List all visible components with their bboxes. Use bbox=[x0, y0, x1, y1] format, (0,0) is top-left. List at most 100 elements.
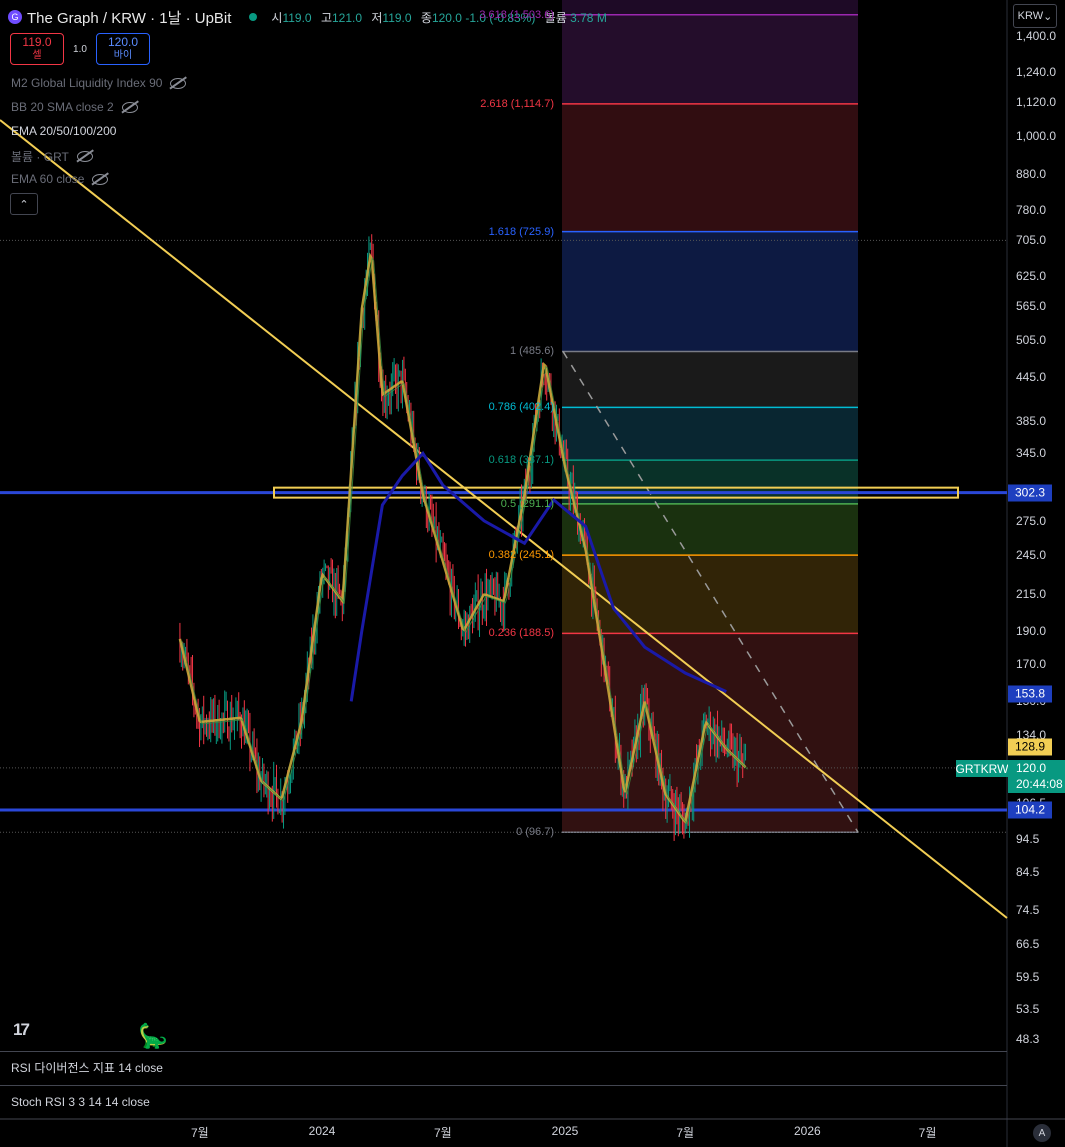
eye-hidden-icon[interactable] bbox=[121, 101, 138, 113]
price-tick-label: 245.0 bbox=[1016, 548, 1047, 563]
high-value: 121.0 bbox=[332, 10, 363, 25]
time-tick-label: 7월 bbox=[433, 1126, 452, 1140]
price-tick-label: 1,000.0 bbox=[1016, 129, 1057, 144]
price-tick-label: 705.0 bbox=[1016, 233, 1047, 248]
fib-band bbox=[562, 351, 858, 408]
collapse-indicators-button[interactable]: ⌃ bbox=[10, 193, 38, 215]
dinosaur-icon: 🦕 bbox=[138, 1023, 168, 1050]
eye-hidden-icon[interactable] bbox=[92, 173, 109, 185]
rsi-pane[interactable]: RSI 다이버전스 지표 14 close bbox=[0, 1051, 1007, 1083]
price-tick-label: 505.0 bbox=[1016, 332, 1047, 347]
low-label: 저 bbox=[371, 10, 383, 25]
time-tick-label: 2025 bbox=[551, 1124, 579, 1138]
fib-level-label: 1 (485.6) bbox=[509, 345, 554, 358]
price-tick-label: 215.0 bbox=[1016, 587, 1047, 602]
stoch-pane-label: Stoch RSI 3 3 14 14 close bbox=[11, 1094, 150, 1109]
fib-band bbox=[562, 555, 858, 634]
spread-value: 1.0 bbox=[73, 43, 87, 55]
market-status-icon bbox=[249, 13, 258, 21]
fib-level-label: 0.382 (245.1) bbox=[488, 549, 554, 562]
price-tick-label: 94.5 bbox=[1016, 832, 1040, 847]
price-chart[interactable] bbox=[0, 0, 1065, 1147]
price-tick-label: 1,240.0 bbox=[1016, 65, 1057, 80]
grt-logo-icon: G bbox=[8, 10, 22, 24]
price-tick-label: 48.3 bbox=[1016, 1032, 1040, 1046]
fib-level-label: 1.618 (725.9) bbox=[488, 225, 554, 238]
fib-level-label: 2.618 (1,114.7) bbox=[480, 97, 554, 110]
fib-band bbox=[562, 633, 858, 833]
indicator-m2-liquidity[interactable]: M2 Global Liquidity Index 90 bbox=[11, 76, 187, 90]
price-badge: 302.3 bbox=[1008, 484, 1052, 502]
eye-hidden-icon[interactable] bbox=[170, 77, 187, 89]
price-tick-label: 74.5 bbox=[1016, 902, 1040, 917]
bar-countdown: 20:44:08 bbox=[1016, 777, 1063, 791]
eye-hidden-icon[interactable] bbox=[76, 151, 93, 162]
price-tick-label: 59.5 bbox=[1016, 969, 1040, 984]
price-tick-label: 385.0 bbox=[1016, 413, 1047, 428]
price-tick-label: 445.0 bbox=[1016, 370, 1047, 385]
fib-band bbox=[562, 231, 858, 352]
fib-band bbox=[562, 503, 858, 556]
currency-select[interactable]: KRW ⌄ bbox=[1013, 4, 1057, 28]
buy-price: 120.0 bbox=[107, 35, 139, 49]
fib-level-label: 0 (96.7) bbox=[516, 826, 554, 839]
fib-band bbox=[562, 103, 858, 232]
price-badge: 104.2 bbox=[1008, 801, 1052, 819]
price-tick-label: 345.0 bbox=[1016, 446, 1047, 461]
indicator-bb[interactable]: BB 20 SMA close 2 bbox=[11, 100, 138, 114]
tradingview-logo-icon[interactable]: 17 bbox=[13, 1020, 30, 1040]
indicator-volume[interactable]: 볼륨 · GRT bbox=[11, 148, 93, 165]
indicator-label: BB 20 SMA close 2 bbox=[11, 100, 114, 114]
time-tick-label: 7월 bbox=[676, 1126, 695, 1140]
price-tick-label: 880.0 bbox=[1016, 167, 1047, 182]
sell-price: 119.0 bbox=[22, 35, 52, 49]
close-label: 종 bbox=[420, 10, 432, 25]
fib-band bbox=[562, 407, 858, 461]
stoch-rsi-pane[interactable]: Stoch RSI 3 3 14 14 close bbox=[0, 1085, 1007, 1117]
chevron-up-icon: ⌃ bbox=[19, 198, 29, 211]
buy-button[interactable]: 120.0 바이 bbox=[96, 33, 150, 65]
price-tick-label: 66.5 bbox=[1016, 936, 1040, 951]
price-tick-label: 53.5 bbox=[1016, 1001, 1040, 1016]
price-tick-label: 84.5 bbox=[1016, 865, 1040, 880]
price-badge: 128.9 bbox=[1008, 738, 1052, 756]
price-tick-label: 190.0 bbox=[1016, 623, 1047, 638]
time-tick-label: 7월 bbox=[190, 1126, 209, 1140]
low-value: 119.0 bbox=[382, 10, 412, 25]
fib-band bbox=[562, 14, 858, 104]
indicator-label: M2 Global Liquidity Index 90 bbox=[11, 76, 163, 90]
fib-level-label: 0.5 (291.1) bbox=[500, 497, 554, 510]
fib-level-label: 0.236 (188.5) bbox=[488, 627, 554, 640]
last-price: 120.0 bbox=[1016, 761, 1047, 775]
indicator-label: EMA 20/50/100/200 bbox=[11, 124, 117, 138]
symbol-badge-label: GRTKRW bbox=[955, 761, 1009, 776]
trade-panel: 119.0 셀 1.0 120.0 바이 bbox=[10, 33, 150, 65]
price-tick-label: 1,400.0 bbox=[1016, 29, 1057, 43]
price-tick-label: 565.0 bbox=[1016, 299, 1047, 314]
price-badge: 153.8 bbox=[1008, 685, 1052, 703]
buy-label: 바이 bbox=[113, 50, 133, 61]
symbol-badge: GRTKRW bbox=[956, 760, 1008, 777]
indicator-ema[interactable]: EMA 20/50/100/200 bbox=[11, 124, 116, 138]
open-value: 119.0 bbox=[282, 10, 312, 25]
time-tick-label: 2026 bbox=[793, 1124, 821, 1138]
volume-value: 3.78 M bbox=[570, 10, 607, 25]
high-label: 고 bbox=[320, 10, 332, 25]
price-tick-label: 780.0 bbox=[1016, 203, 1047, 218]
last-price-badge: 120.0 20:44:08 bbox=[1008, 760, 1065, 793]
indicator-ema60[interactable]: EMA 60 close bbox=[11, 172, 109, 186]
symbol-title[interactable]: The Graph / KRW · 1날 · UpBit bbox=[27, 7, 231, 28]
fib-level-label: 3.618 (1,503.6) bbox=[479, 8, 554, 21]
rsi-pane-label: RSI 다이버전스 지표 14 close bbox=[11, 1061, 163, 1075]
currency-label: KRW bbox=[1017, 10, 1044, 22]
sell-label: 셀 bbox=[32, 50, 42, 61]
price-tick-label: 170.0 bbox=[1016, 657, 1047, 672]
time-tick-label: 2024 bbox=[308, 1124, 336, 1138]
fib-level-label: 0.786 (402.4) bbox=[488, 401, 554, 414]
price-tick-label: 275.0 bbox=[1016, 513, 1047, 528]
open-label: 시 bbox=[271, 10, 283, 25]
time-tick-label: 7월 bbox=[918, 1126, 937, 1140]
auto-scale-button[interactable]: A bbox=[1033, 1124, 1051, 1142]
sell-button[interactable]: 119.0 셀 bbox=[10, 33, 64, 65]
ohlc-values: 시119.0 고121.0 저119.0 종120.0 -1.0 (-0.83%… bbox=[271, 9, 612, 26]
